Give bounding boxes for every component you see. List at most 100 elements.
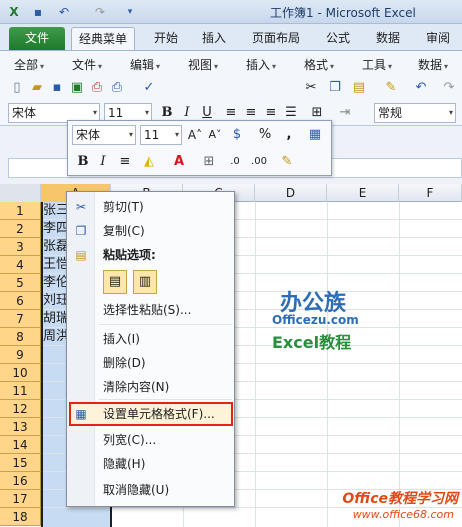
menu-view[interactable]: 视图 ▾ (188, 56, 218, 73)
font-name-value: 宋体 (12, 106, 37, 120)
decrease-decimal-icon[interactable]: .00 (250, 153, 268, 171)
grow-font-icon[interactable]: A˄ (186, 126, 204, 144)
print-icon[interactable]: ⎙ (108, 79, 126, 97)
context-menu: ✂ 剪切(T) ❐ 复制(C) ▤ 粘贴选项: ▤ ▥ 选择性粘贴(S)... … (66, 191, 235, 507)
officezu-watermark: 办公族 Officezu.com Excel教程 (272, 285, 359, 355)
shrink-font-icon[interactable]: A˅ (206, 126, 224, 144)
row-header[interactable]: 7 (0, 310, 41, 328)
column-header-f[interactable]: F (399, 184, 462, 202)
column-header-d[interactable]: D (255, 184, 327, 202)
row-header[interactable]: 16 (0, 472, 41, 490)
open-icon[interactable]: ▰ (28, 79, 46, 97)
menu-label: 编辑 (130, 58, 155, 72)
tab-classic-menu[interactable]: 经典菜单 (71, 27, 135, 50)
row-header[interactable]: 15 (0, 454, 41, 472)
menu-label: 全部 (14, 58, 39, 72)
accounting-format-icon[interactable]: $ (228, 126, 246, 144)
redo-icon[interactable]: ↷ (92, 4, 108, 20)
row-header[interactable]: 2 (0, 220, 41, 238)
increase-decimal-icon[interactable]: .0 (226, 153, 244, 171)
undo-icon[interactable]: ↶ (412, 79, 430, 97)
tab-formulas[interactable]: 公式 (318, 27, 358, 50)
grid-line (327, 202, 328, 527)
cut-icon[interactable]: ✂ (302, 79, 320, 97)
mini-font-name-combo[interactable]: 宋体 ▾ (72, 125, 136, 145)
new-icon[interactable]: ▯ (8, 79, 26, 97)
menu-format[interactable]: 格式 ▾ (304, 56, 334, 73)
copy-icon: ❐ (75, 224, 87, 238)
menu-item-column-width[interactable]: 列宽(C)... (103, 430, 156, 450)
tab-home[interactable]: 开始 (146, 27, 186, 50)
menu-item-clear-contents[interactable]: 清除内容(N) (103, 377, 169, 397)
watermark-footer-url: www.office68.com (352, 508, 454, 521)
tab-data[interactable]: 数据 (368, 27, 408, 50)
column-header-e[interactable]: E (327, 184, 399, 202)
copy-icon[interactable]: ❐ (326, 79, 344, 97)
format-painter-icon[interactable]: ✎ (382, 79, 400, 97)
menu-file[interactable]: 文件 ▾ (72, 56, 102, 73)
menu-item-format-cells[interactable]: 设置单元格格式(F)... (103, 404, 215, 424)
paste-option-paste-icon[interactable]: ▤ (103, 270, 127, 294)
format-cells-mini-icon[interactable]: ▦ (306, 126, 324, 144)
menu-item-hide[interactable]: 隐藏(H) (103, 454, 145, 474)
tab-review[interactable]: 审阅 (418, 27, 458, 50)
row-header[interactable]: 1 (0, 202, 41, 220)
row-header[interactable]: 9 (0, 346, 41, 364)
row-header[interactable]: 8 (0, 328, 41, 346)
row-header[interactable]: 18 (0, 508, 41, 526)
italic-icon[interactable]: I (94, 153, 112, 171)
menu-item-cut[interactable]: 剪切(T) (103, 197, 144, 217)
row-header[interactable]: 14 (0, 436, 41, 454)
tab-insert[interactable]: 插入 (194, 27, 234, 50)
menu-item-insert[interactable]: 插入(I) (103, 329, 140, 349)
paste-option-values-icon[interactable]: ▥ (133, 270, 157, 294)
tab-page-layout[interactable]: 页面布局 (246, 27, 306, 50)
row-header[interactable]: 4 (0, 256, 41, 274)
row-header[interactable]: 5 (0, 274, 41, 292)
save-icon[interactable]: ▪ (48, 79, 66, 97)
number-format-combo[interactable]: 常规 ▾ (374, 103, 456, 123)
menu-label: 文件 (72, 58, 97, 72)
customize-qat-icon[interactable]: ▾ (122, 4, 138, 20)
format-painter-icon[interactable]: ✎ (278, 153, 296, 171)
menu-item-paste-special[interactable]: 选择性粘贴(S)... (103, 300, 191, 320)
save-as-icon[interactable]: ▣ (68, 79, 86, 97)
menu-item-delete[interactable]: 删除(D) (103, 353, 146, 373)
percent-icon[interactable]: % (256, 126, 274, 144)
tab-file[interactable]: 文件 (9, 27, 65, 50)
menu-tools[interactable]: 工具 ▾ (362, 56, 392, 73)
menu-insert[interactable]: 插入 ▾ (246, 56, 276, 73)
spell-check-icon[interactable]: ✓ (140, 79, 158, 97)
excel-logo-icon: X (9, 5, 19, 19)
classic-menu-bar: 全部 ▾ 文件 ▾ 编辑 ▾ 视图 ▾ 插入 ▾ 格式 ▾ 工具 ▾ 数据 ▾ (0, 50, 462, 76)
office68-watermark: Office教程学习网 www.office68.com (313, 488, 462, 524)
menu-item-unhide[interactable]: 取消隐藏(U) (103, 480, 169, 500)
redo-icon[interactable]: ↷ (440, 79, 458, 97)
menu-all[interactable]: 全部 ▾ (14, 56, 44, 73)
mini-font-size-combo[interactable]: 11 ▾ (140, 125, 182, 145)
row-header[interactable]: 13 (0, 418, 41, 436)
row-header[interactable]: 3 (0, 238, 41, 256)
grid-line (255, 202, 256, 527)
menu-data[interactable]: 数据 ▾ (418, 56, 448, 73)
bold-icon[interactable]: B (74, 153, 92, 171)
indent-icon[interactable]: ⇥ (336, 104, 354, 122)
borders-icon[interactable]: ⊞ (200, 153, 218, 171)
print-preview-icon[interactable]: ⎙ (88, 79, 106, 97)
row-header[interactable]: 6 (0, 292, 41, 310)
comma-style-icon[interactable]: , (280, 126, 298, 144)
menu-item-copy[interactable]: 复制(C) (103, 221, 145, 241)
row-header[interactable]: 12 (0, 400, 41, 418)
fill-color-icon[interactable]: ◭ (140, 153, 158, 171)
paste-icon[interactable]: ▤ (350, 79, 368, 97)
menu-edit[interactable]: 编辑 ▾ (130, 56, 160, 73)
font-color-icon[interactable]: A (170, 153, 188, 171)
save-icon[interactable]: ▪ (30, 4, 46, 20)
undo-icon[interactable]: ↶ (56, 4, 72, 20)
paste-options-heading: 粘贴选项: (103, 248, 156, 262)
row-header[interactable]: 17 (0, 490, 41, 508)
row-header[interactable]: 10 (0, 364, 41, 382)
select-all-corner[interactable] (0, 184, 41, 202)
row-header[interactable]: 11 (0, 382, 41, 400)
center-icon[interactable]: ≡ (116, 153, 134, 171)
